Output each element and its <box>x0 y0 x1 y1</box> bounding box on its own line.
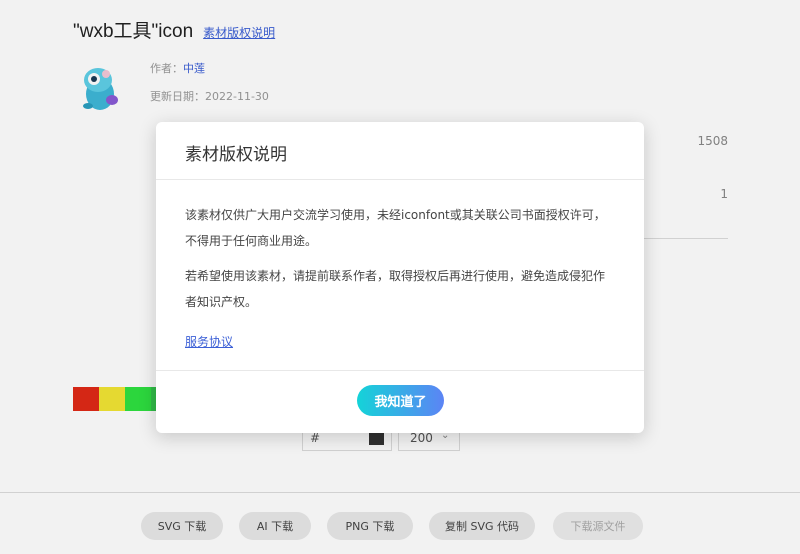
notice-paragraph-2: 若希望使用该素材，请提前联系作者，取得授权后再进行使用，避免造成侵犯作者知识产权… <box>185 269 606 309</box>
modal-body: 该素材仅供广大用户交流学习使用，未经iconfont或其关联公司书面授权许可，不… <box>156 180 644 355</box>
notice-paragraph-1: 该素材仅供广大用户交流学习使用，未经iconfont或其关联公司书面授权许可，不… <box>185 208 606 248</box>
acknowledge-button[interactable]: 我知道了 <box>357 385 444 416</box>
modal-header: 素材版权说明 <box>156 122 644 180</box>
copyright-modal: 素材版权说明 该素材仅供广大用户交流学习使用，未经iconfont或其关联公司书… <box>156 122 644 433</box>
service-agreement-link[interactable]: 服务协议 <box>185 329 233 355</box>
modal-footer-divider <box>156 370 644 371</box>
modal-title: 素材版权说明 <box>185 145 287 165</box>
